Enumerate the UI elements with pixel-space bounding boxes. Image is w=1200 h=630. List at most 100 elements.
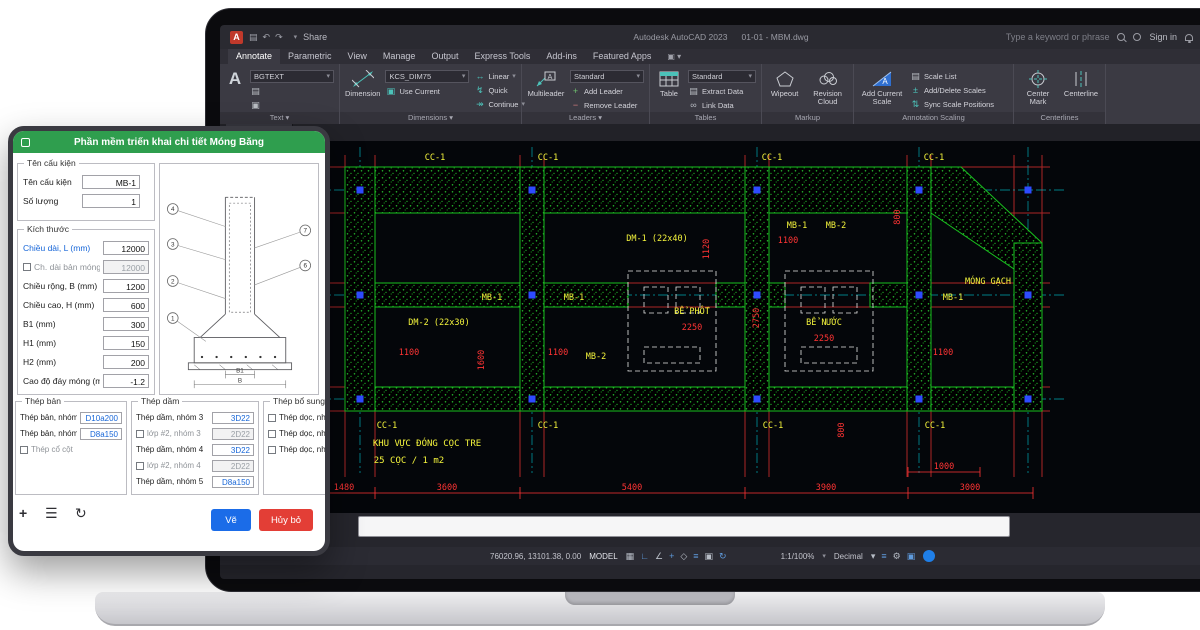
- panel-label-markup[interactable]: Markup: [762, 112, 853, 124]
- checkbox[interactable]: [136, 430, 144, 438]
- add-delete-scales-button[interactable]: ±Add/Delete Scales: [910, 84, 994, 96]
- field-input[interactable]: 200: [103, 355, 149, 369]
- field-input[interactable]: -1.2: [103, 374, 149, 388]
- checkbox[interactable]: [23, 263, 31, 271]
- status-tool-icon-3[interactable]: ▣: [907, 551, 916, 562]
- ribbon-tab-0[interactable]: Annotate: [228, 49, 280, 64]
- checkbox[interactable]: [268, 446, 276, 454]
- centerline-button[interactable]: Centerline: [1062, 67, 1100, 111]
- field-input[interactable]: 2D22: [212, 460, 254, 472]
- quick-access-icon-1[interactable]: ↶: [263, 32, 271, 42]
- field-input[interactable]: D8a150: [80, 428, 122, 440]
- text-style-dropdown[interactable]: BGTEXT▾: [250, 70, 334, 83]
- status-toggle-icon-6[interactable]: ▣: [705, 551, 714, 562]
- panel-label-tables[interactable]: Tables: [650, 112, 761, 124]
- model-space-button[interactable]: MODEL: [589, 552, 617, 561]
- status-toggle-icon-7[interactable]: ↻: [719, 551, 727, 562]
- units-button[interactable]: Decimal: [834, 552, 863, 561]
- dim-continue-button[interactable]: ↠Continue ▾: [474, 98, 525, 110]
- checkbox[interactable]: [268, 430, 276, 438]
- field-input[interactable]: D8a150: [212, 476, 254, 488]
- notifications-icon[interactable]: [1185, 34, 1193, 41]
- search-input[interactable]: Type a keyword or phrase: [1006, 32, 1110, 42]
- remove-leader-button[interactable]: −Remove Leader: [570, 99, 644, 111]
- extract-data-button[interactable]: ▤Extract Data: [688, 85, 756, 97]
- status-tool-icon-1[interactable]: ≡: [881, 551, 886, 562]
- find-text-button[interactable]: ▣: [250, 99, 334, 111]
- dim-style-dropdown[interactable]: KCS_DIM75▾: [385, 70, 469, 83]
- quick-access-dropdown-icon[interactable]: ▾: [294, 33, 298, 41]
- quick-access-icon-2[interactable]: ↷: [275, 32, 283, 42]
- multileader-button[interactable]: A Multileader: [527, 67, 565, 111]
- annotation-scale-button[interactable]: 1:1/100%: [781, 552, 815, 561]
- status-toggle-icon-0[interactable]: ▦: [626, 551, 635, 562]
- panel-label-text[interactable]: Text ▾: [220, 112, 339, 124]
- sign-in-button[interactable]: Sign in: [1149, 32, 1177, 42]
- panel-label-annotation-scaling[interactable]: Annotation Scaling: [854, 112, 1013, 124]
- sync-scale-positions-button[interactable]: ⇅Sync Scale Positions: [910, 98, 994, 110]
- revision-cloud-button[interactable]: Revision Cloud: [807, 67, 848, 111]
- ribbon-tab-2[interactable]: View: [340, 49, 375, 64]
- field-input[interactable]: 12000: [103, 260, 149, 274]
- status-tool-icon-2[interactable]: ⚙: [893, 551, 901, 562]
- status-toggle-icon-5[interactable]: ≡: [693, 551, 698, 562]
- field-input[interactable]: 12000: [103, 241, 149, 255]
- ribbon-tab-3[interactable]: Manage: [375, 49, 424, 64]
- status-tool-icon-0[interactable]: ▾: [871, 551, 876, 562]
- drawing-area[interactable]: CC-1CC-1CC-1CC-1MB-1MB-2DM-1 (22x40)1100…: [220, 141, 1200, 513]
- autocad-logo-icon[interactable]: A: [230, 31, 243, 44]
- add-item-icon[interactable]: +: [19, 505, 27, 521]
- cancel-button[interactable]: Hủy bỏ: [259, 509, 313, 531]
- panel-display-toggle-icon[interactable]: ▣ ▾: [659, 49, 689, 64]
- dim-quick-button[interactable]: ↯Quick: [474, 84, 525, 96]
- field-input[interactable]: 1: [82, 194, 140, 208]
- status-toggle-icon-1[interactable]: ∟: [640, 551, 649, 562]
- command-line[interactable]: [358, 516, 1010, 537]
- dim-layer-dropdown[interactable]: ▣Use Current: [385, 85, 469, 97]
- share-button[interactable]: Share: [303, 32, 327, 42]
- field-input[interactable]: 150: [103, 336, 149, 350]
- panel-label-dimensions[interactable]: Dimensions ▾: [340, 112, 521, 124]
- ribbon-tab-6[interactable]: Add-ins: [538, 49, 585, 64]
- search-icon[interactable]: [1117, 33, 1125, 41]
- ribbon-tab-7[interactable]: Featured Apps: [585, 49, 660, 64]
- field-input[interactable]: 2D22: [212, 428, 254, 440]
- status-toggle-icon-2[interactable]: ∠: [655, 551, 663, 562]
- checkbox[interactable]: [268, 414, 276, 422]
- status-toggle-icon-4[interactable]: ◇: [680, 551, 687, 562]
- assistant-icon[interactable]: [923, 550, 935, 562]
- dialog-titlebar[interactable]: Phần mềm triển khai chi tiết Móng Băng: [13, 131, 325, 153]
- status-toggle-icon-3[interactable]: +: [669, 551, 674, 562]
- ribbon-tab-1[interactable]: Parametric: [280, 49, 340, 64]
- ribbon-tab-5[interactable]: Express Tools: [466, 49, 538, 64]
- dim-linear-button[interactable]: ↔Linear ▾: [474, 70, 525, 82]
- dimension-button[interactable]: Dimension: [345, 67, 380, 111]
- field-input[interactable]: 3D22: [212, 444, 254, 456]
- list-items-icon[interactable]: ☰: [45, 505, 58, 522]
- panel-label-centerlines[interactable]: Centerlines: [1014, 112, 1105, 124]
- quick-access-icon-0[interactable]: ▤: [249, 32, 258, 42]
- wipeout-button[interactable]: Wipeout: [767, 67, 802, 111]
- panel-label-leaders[interactable]: Leaders ▾: [522, 112, 649, 124]
- field-input[interactable]: 1200: [103, 279, 149, 293]
- add-current-scale-button[interactable]: A Add Current Scale: [859, 67, 905, 111]
- checkbox[interactable]: [20, 446, 28, 454]
- add-leader-button[interactable]: +Add Leader: [570, 85, 644, 97]
- mtext-button[interactable]: A: [225, 67, 245, 111]
- field-label[interactable]: Chiều dài, L (mm): [23, 243, 100, 253]
- check-spelling-button[interactable]: ▤: [250, 85, 334, 97]
- field-input[interactable]: 600: [103, 298, 149, 312]
- field-input[interactable]: 3D22: [212, 412, 254, 424]
- field-input[interactable]: 300: [103, 317, 149, 331]
- draw-button[interactable]: Vẽ: [211, 509, 251, 531]
- scale-list-button[interactable]: ▤Scale List: [910, 70, 994, 82]
- ribbon-tab-4[interactable]: Output: [423, 49, 466, 64]
- table-style-dropdown[interactable]: Standard▾: [688, 70, 756, 83]
- checkbox[interactable]: [136, 462, 144, 470]
- scale-dropdown-icon[interactable]: ▾: [822, 552, 826, 560]
- field-input[interactable]: D10a200: [80, 412, 122, 424]
- field-input[interactable]: MB-1: [82, 175, 140, 189]
- link-data-button[interactable]: ∞Link Data: [688, 99, 756, 111]
- history-icon[interactable]: ↻: [75, 505, 87, 522]
- center-mark-button[interactable]: Center Mark: [1019, 67, 1057, 111]
